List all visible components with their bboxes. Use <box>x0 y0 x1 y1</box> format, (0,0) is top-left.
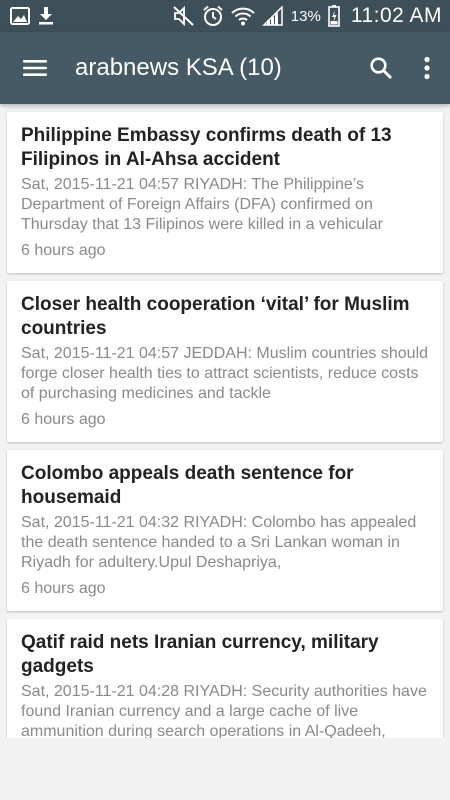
app-bar: arabnews KSA (10) <box>0 32 450 104</box>
menu-icon <box>22 58 48 78</box>
article-snippet: Sat, 2015-11-21 04:57 JEDDAH: Muslim cou… <box>21 345 429 402</box>
article-time-ago: 6 hours ago <box>21 242 106 259</box>
mute-icon <box>173 6 195 26</box>
app-title: arabnews KSA (10) <box>75 54 282 81</box>
article-card[interactable]: Colombo appeals death sentence for house… <box>7 450 443 611</box>
alarm-icon <box>202 5 224 27</box>
article-card[interactable]: Qatif raid nets Iranian currency, milita… <box>7 619 443 738</box>
article-card[interactable]: Closer health cooperation ‘vital’ for Mu… <box>7 281 443 442</box>
status-bar-left <box>10 6 54 26</box>
more-options-button[interactable] <box>404 32 450 104</box>
menu-button[interactable] <box>0 32 70 104</box>
article-snippet: Sat, 2015-11-21 04:57 RIYADH: The Philip… <box>21 176 383 233</box>
bottom-blank-area <box>0 738 450 800</box>
search-icon <box>369 56 393 80</box>
article-title: Qatif raid nets Iranian currency, milita… <box>21 632 379 677</box>
more-vert-icon <box>423 56 431 80</box>
battery-icon <box>328 5 340 27</box>
article-list[interactable]: Philippine Embassy confirms death of 13 … <box>0 104 450 738</box>
search-button[interactable] <box>358 32 404 104</box>
article-time-ago: 6 hours ago <box>21 411 106 428</box>
article-title: Closer health cooperation ‘vital’ for Mu… <box>21 294 410 339</box>
article-time-ago: 6 hours ago <box>21 580 106 597</box>
clock: 11:02 AM <box>350 4 442 27</box>
article-title: Colombo appeals death sentence for house… <box>21 463 354 508</box>
gallery-icon <box>10 7 30 25</box>
article-snippet: Sat, 2015-11-21 04:28 RIYADH: Security a… <box>21 683 427 738</box>
screen: 13% 11:02 AM arabnews KSA (10) Philippin… <box>0 0 450 800</box>
wifi-icon <box>231 6 255 26</box>
status-bar-right: 13% 11:02 AM <box>173 4 442 28</box>
battery-percent: 13% <box>290 7 321 25</box>
article-card[interactable]: Philippine Embassy confirms death of 13 … <box>7 112 443 273</box>
download-icon <box>38 6 54 26</box>
status-bar: 13% 11:02 AM <box>0 0 450 32</box>
article-title: Philippine Embassy confirms death of 13 … <box>21 125 392 170</box>
article-snippet: Sat, 2015-11-21 04:32 RIYADH: Colombo ha… <box>21 514 417 571</box>
signal-icon <box>261 6 284 26</box>
